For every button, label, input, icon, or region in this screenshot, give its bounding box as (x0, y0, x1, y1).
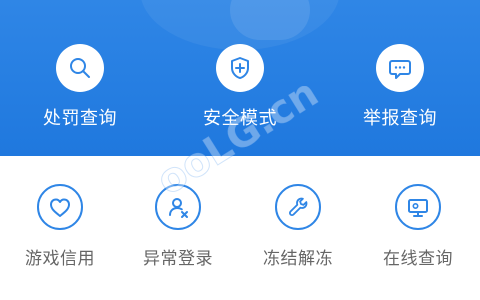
bottom-action-label: 冻结解冻 (263, 249, 333, 269)
bottom-action-label: 在线查询 (383, 249, 453, 269)
top-action-label: 举报查询 (363, 108, 437, 129)
user-x-icon (155, 184, 201, 230)
top-action-safe-mode[interactable]: 安全模式 (180, 44, 300, 130)
hero-decoration-mark (230, 0, 310, 40)
bottom-action-game-credit[interactable]: 游戏信用 (0, 184, 120, 269)
bottom-action-freeze-unfreeze[interactable]: 冻结解冻 (238, 184, 358, 269)
top-action-penalty-query[interactable]: 处罚查询 (20, 44, 140, 130)
bottom-action-online-query[interactable]: 在线查询 (358, 184, 478, 269)
search-icon (56, 44, 104, 92)
bottom-action-abnormal-login[interactable]: 异常登录 (118, 184, 238, 269)
top-action-label: 处罚查询 (43, 108, 117, 129)
top-action-label: 安全模式 (203, 108, 277, 129)
wrench-icon (275, 184, 321, 230)
shield-plus-icon (216, 44, 264, 92)
message-icon (376, 44, 424, 92)
bottom-action-label: 游戏信用 (25, 249, 95, 269)
top-action-report-query[interactable]: 举报查询 (340, 44, 460, 130)
monitor-icon (395, 184, 441, 230)
heart-icon (37, 184, 83, 230)
bottom-action-label: 异常登录 (143, 249, 213, 269)
